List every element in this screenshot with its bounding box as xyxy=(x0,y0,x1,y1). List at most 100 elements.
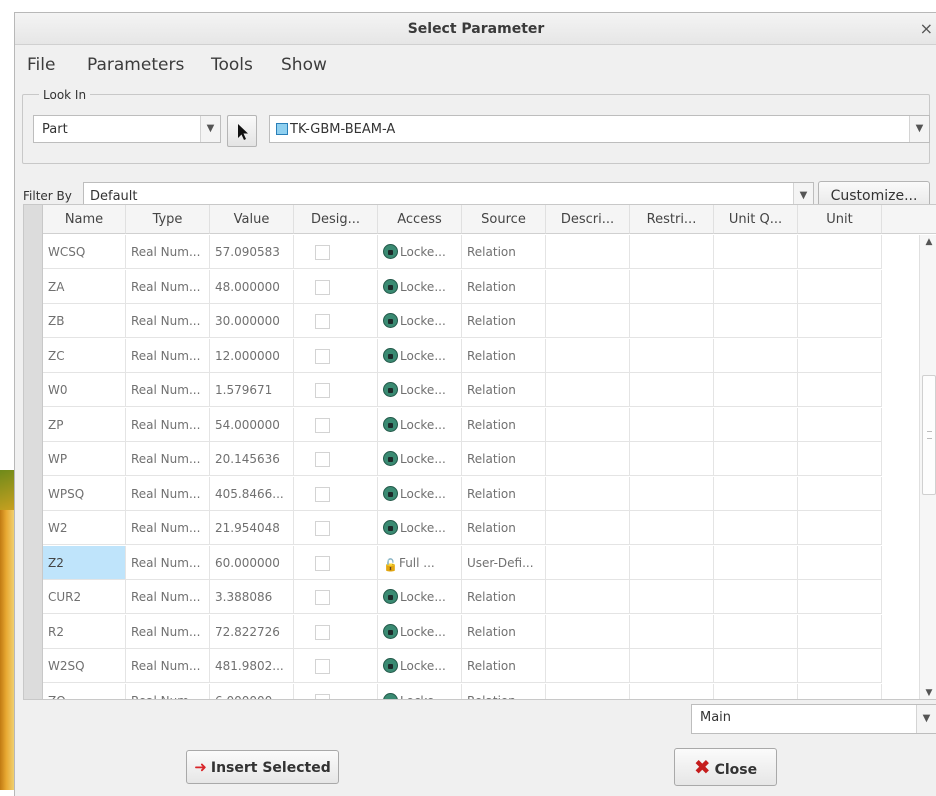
cell-restr[interactable] xyxy=(630,511,714,545)
cell-value[interactable]: 20.145636 xyxy=(210,442,294,476)
cell-designate[interactable] xyxy=(294,545,378,580)
cell-access[interactable]: Locke... xyxy=(378,407,462,442)
cell-unit[interactable] xyxy=(798,304,882,338)
cell-access[interactable]: Locke... xyxy=(378,649,462,683)
cell-access[interactable]: Locke... xyxy=(378,269,462,304)
cell-source[interactable]: Relation xyxy=(462,269,546,304)
menu-file[interactable]: File xyxy=(27,55,55,75)
cell-restr[interactable] xyxy=(630,649,714,683)
cell-value[interactable]: 481.9802... xyxy=(210,649,294,683)
cell-designate[interactable] xyxy=(294,338,378,373)
cell-type[interactable]: Real Num... xyxy=(126,442,210,476)
cell-unit[interactable] xyxy=(798,442,882,476)
cell-source[interactable]: Relation xyxy=(462,580,546,614)
cell-unit[interactable] xyxy=(798,338,882,373)
scroll-thumb[interactable] xyxy=(922,375,936,495)
designate-checkbox[interactable] xyxy=(315,417,330,433)
cell-type[interactable]: Real Num... xyxy=(126,614,210,649)
cell-desc[interactable] xyxy=(546,580,630,614)
cell-restr[interactable] xyxy=(630,580,714,614)
cell-desc[interactable] xyxy=(546,476,630,511)
cell-access[interactable]: 🔓Full ... xyxy=(378,545,462,580)
menu-show[interactable]: Show xyxy=(281,55,327,75)
chevron-down-icon[interactable]: ▼ xyxy=(200,116,220,142)
column-header[interactable]: Unit Q... xyxy=(714,205,798,234)
cell-name[interactable]: WP xyxy=(43,442,126,476)
cell-source[interactable]: Relation xyxy=(462,373,546,407)
designate-checkbox[interactable] xyxy=(315,486,330,502)
cell-restr[interactable] xyxy=(630,235,714,269)
cell-unitq[interactable] xyxy=(714,476,798,511)
column-header[interactable]: Source xyxy=(462,205,546,234)
cell-name[interactable]: ZP xyxy=(43,407,126,442)
cell-designate[interactable] xyxy=(294,373,378,407)
designate-checkbox[interactable] xyxy=(315,659,330,674)
scroll-up-icon[interactable]: ▲ xyxy=(920,237,936,247)
cell-restr[interactable] xyxy=(630,476,714,511)
cell-designate[interactable] xyxy=(294,304,378,338)
cell-unitq[interactable] xyxy=(714,580,798,614)
cell-type[interactable]: Real Num... xyxy=(126,476,210,511)
cell-access[interactable]: Locke... xyxy=(378,511,462,545)
chevron-down-icon[interactable]: ▼ xyxy=(909,116,929,142)
cell-restr[interactable] xyxy=(630,373,714,407)
cell-unitq[interactable] xyxy=(714,511,798,545)
cell-restr[interactable] xyxy=(630,442,714,476)
designate-checkbox[interactable] xyxy=(315,245,330,260)
column-header[interactable]: Access xyxy=(378,205,462,234)
cell-restr[interactable] xyxy=(630,304,714,338)
cell-desc[interactable] xyxy=(546,649,630,683)
cell-unitq[interactable] xyxy=(714,235,798,269)
cell-value[interactable]: 60.000000 xyxy=(210,545,294,580)
cell-desc[interactable] xyxy=(546,511,630,545)
cell-access[interactable]: Locke... xyxy=(378,338,462,373)
cell-type[interactable]: Real Num... xyxy=(126,683,210,699)
cell-designate[interactable] xyxy=(294,407,378,442)
cell-unitq[interactable] xyxy=(714,683,798,699)
cell-source[interactable]: User-Defi... xyxy=(462,545,546,580)
cell-name[interactable]: ZO xyxy=(43,683,126,699)
designate-checkbox[interactable] xyxy=(315,452,330,467)
cell-desc[interactable] xyxy=(546,235,630,269)
cell-unit[interactable] xyxy=(798,683,882,699)
cell-designate[interactable] xyxy=(294,683,378,699)
cell-restr[interactable] xyxy=(630,614,714,649)
menu-parameters[interactable]: Parameters xyxy=(87,55,184,75)
menu-tools[interactable]: Tools xyxy=(211,55,253,75)
cell-unit[interactable] xyxy=(798,269,882,304)
cell-access[interactable]: Locke... xyxy=(378,614,462,649)
cell-access[interactable]: Locke... xyxy=(378,235,462,269)
cell-unitq[interactable] xyxy=(714,338,798,373)
cell-type[interactable]: Real Num... xyxy=(126,235,210,269)
cell-desc[interactable] xyxy=(546,683,630,699)
cell-name[interactable]: CUR2 xyxy=(43,580,126,614)
cell-access[interactable]: Locke... xyxy=(378,683,462,699)
cell-type[interactable]: Real Num... xyxy=(126,338,210,373)
cell-designate[interactable] xyxy=(294,649,378,683)
cell-unit[interactable] xyxy=(798,235,882,269)
title-bar[interactable]: Select Parameter × xyxy=(15,13,936,45)
cell-unitq[interactable] xyxy=(714,545,798,580)
designate-checkbox[interactable] xyxy=(315,693,330,699)
designate-checkbox[interactable] xyxy=(315,521,330,536)
cell-unitq[interactable] xyxy=(714,373,798,407)
designate-checkbox[interactable] xyxy=(315,555,330,571)
cell-desc[interactable] xyxy=(546,304,630,338)
cell-restr[interactable] xyxy=(630,269,714,304)
cell-access[interactable]: Locke... xyxy=(378,304,462,338)
cell-desc[interactable] xyxy=(546,338,630,373)
cell-source[interactable]: Relation xyxy=(462,407,546,442)
cell-unit[interactable] xyxy=(798,476,882,511)
cell-restr[interactable] xyxy=(630,407,714,442)
cell-unit[interactable] xyxy=(798,545,882,580)
cell-type[interactable]: Real Num... xyxy=(126,407,210,442)
cell-value[interactable]: 21.954048 xyxy=(210,511,294,545)
look-in-object-select[interactable]: TK-GBM-BEAM-A ▼ xyxy=(269,115,930,143)
cell-source[interactable]: Relation xyxy=(462,476,546,511)
cell-unitq[interactable] xyxy=(714,442,798,476)
cell-name[interactable]: ZB xyxy=(43,304,126,338)
cell-type[interactable]: Real Num... xyxy=(126,304,210,338)
cell-designate[interactable] xyxy=(294,476,378,511)
cell-access[interactable]: Locke... xyxy=(378,442,462,476)
cell-restr[interactable] xyxy=(630,545,714,580)
